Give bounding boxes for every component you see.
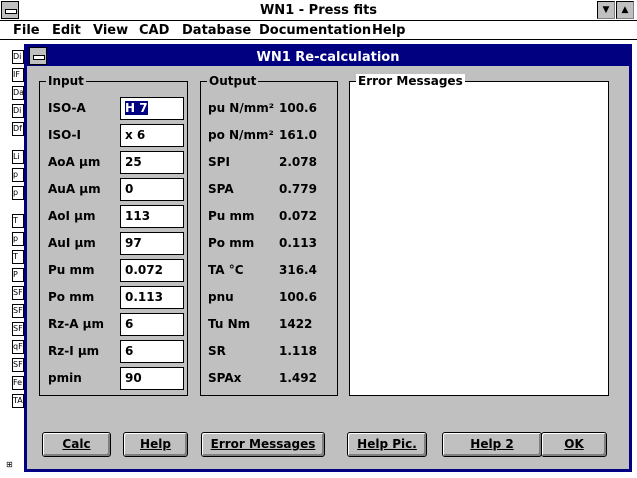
input-label: ISO-A xyxy=(48,101,86,115)
aui-input[interactable]: 97 xyxy=(120,232,184,255)
output-label: pu N/mm² xyxy=(208,101,274,115)
output-value: 100.6 xyxy=(279,290,317,304)
background-cell: TA xyxy=(12,394,24,408)
output-value: 1422 xyxy=(279,317,313,331)
menu-database[interactable]: Database xyxy=(182,23,251,38)
menu-help[interactable]: Help xyxy=(372,23,405,38)
output-label: SPAx xyxy=(208,371,242,385)
background-cell: P xyxy=(12,268,24,282)
po-input[interactable]: 0.113 xyxy=(120,286,184,309)
menu-file[interactable]: File xyxy=(13,23,40,38)
error-messages-title: Error Messages xyxy=(356,74,465,88)
menu-edit[interactable]: Edit xyxy=(52,23,81,38)
rz-i-input[interactable]: 6 xyxy=(120,340,184,363)
output-group-title: Output xyxy=(207,74,259,88)
output-label: Pu mm xyxy=(208,209,255,223)
background-cell: T xyxy=(12,214,24,228)
background-cell: Li xyxy=(12,150,24,164)
pmin-input[interactable]: 90 xyxy=(120,367,184,390)
output-value: 316.4 xyxy=(279,263,317,277)
maximize-button[interactable]: ▲ xyxy=(616,1,634,19)
output-value: 1.492 xyxy=(279,371,317,385)
input-label: AoI µm xyxy=(48,209,96,223)
dialog-title: WN1 Re-calculation xyxy=(256,50,400,65)
background-cell: qF xyxy=(12,340,24,354)
output-value: 0.072 xyxy=(279,209,317,223)
background-cell: p xyxy=(12,232,24,246)
help-button[interactable]: Help xyxy=(123,432,188,457)
input-label: AuA µm xyxy=(48,182,101,196)
iso-a-input[interactable]: H 7 xyxy=(120,97,184,120)
recalculation-dialog: WN1 Re-calculation Input ISO-A H 7 ISO-I… xyxy=(24,44,632,472)
input-label: Po mm xyxy=(48,290,95,304)
output-value: 0.779 xyxy=(279,182,317,196)
output-label: SPI xyxy=(208,155,230,169)
iso-i-input[interactable]: x 6 xyxy=(120,124,184,147)
output-value: 100.6 xyxy=(279,101,317,115)
error-messages-box[interactable]: Error Messages xyxy=(349,74,609,396)
output-label: TA °C xyxy=(208,263,244,277)
output-value: 161.0 xyxy=(279,128,317,142)
background-cell: Da xyxy=(12,86,24,100)
background-cell: Df xyxy=(12,122,24,136)
background-cell: T xyxy=(12,250,24,264)
help-2-button[interactable]: Help 2 xyxy=(442,432,542,457)
input-label: Rz-A µm xyxy=(48,317,105,331)
menu-view[interactable]: View xyxy=(93,23,128,38)
background-cell: IF xyxy=(12,68,24,82)
rz-a-input[interactable]: 6 xyxy=(120,313,184,336)
input-label: AuI µm xyxy=(48,236,96,250)
background-cell: p xyxy=(12,186,24,200)
background-cell: SF xyxy=(12,286,24,300)
ok-button[interactable]: OK xyxy=(541,432,607,457)
pu-input[interactable]: 0.072 xyxy=(120,259,184,282)
output-group: Output pu N/mm² 100.6 po N/mm² 161.0 SPI… xyxy=(200,74,338,396)
aoa-input[interactable]: 25 xyxy=(120,151,184,174)
background-cell: SF xyxy=(12,304,24,318)
main-title-bar: WN1 - Press fits ▼ ▲ xyxy=(0,0,637,21)
output-label: SR xyxy=(208,344,226,358)
calc-button[interactable]: Calc xyxy=(42,432,111,457)
background-cell: SF xyxy=(12,358,24,372)
output-label: SPA xyxy=(208,182,234,196)
background-cell: p xyxy=(12,168,24,182)
help-pic-button[interactable]: Help Pic. xyxy=(347,432,427,457)
input-label: AoA µm xyxy=(48,155,101,169)
output-value: 2.078 xyxy=(279,155,317,169)
output-value: 1.118 xyxy=(279,344,317,358)
aua-input[interactable]: 0 xyxy=(120,178,184,201)
input-label: ISO-I xyxy=(48,128,81,142)
input-group: Input ISO-A H 7 ISO-I x 6 AoA µm 25 AuA … xyxy=(39,74,188,396)
aoi-input[interactable]: 113 xyxy=(120,205,184,228)
output-label: Po mm xyxy=(208,236,255,250)
output-label: po N/mm² xyxy=(208,128,274,142)
input-label: pmin xyxy=(48,371,82,385)
dialog-title-bar: WN1 Re-calculation xyxy=(27,47,629,66)
output-label: pnu xyxy=(208,290,234,304)
input-group-title: Input xyxy=(46,74,86,88)
input-label: Rz-I µm xyxy=(48,344,100,358)
minimize-button[interactable]: ▼ xyxy=(597,1,615,19)
background-cell: SF xyxy=(12,322,24,336)
menu-bar: File Edit View CAD Database Documentatio… xyxy=(0,21,637,40)
main-window-title: WN1 - Press fits xyxy=(259,3,378,18)
background-cell: Di xyxy=(12,104,24,118)
background-cell: Di xyxy=(12,50,24,64)
menu-cad[interactable]: CAD xyxy=(139,23,169,38)
background-cell: Fe xyxy=(12,376,24,390)
output-label: Tu Nm xyxy=(208,317,251,331)
menu-documentation[interactable]: Documentation xyxy=(259,23,371,38)
output-value: 0.113 xyxy=(279,236,317,250)
input-label: Pu mm xyxy=(48,263,95,277)
status-glyph: ⊞ xyxy=(6,460,13,469)
error-messages-button[interactable]: Error Messages xyxy=(201,432,325,457)
